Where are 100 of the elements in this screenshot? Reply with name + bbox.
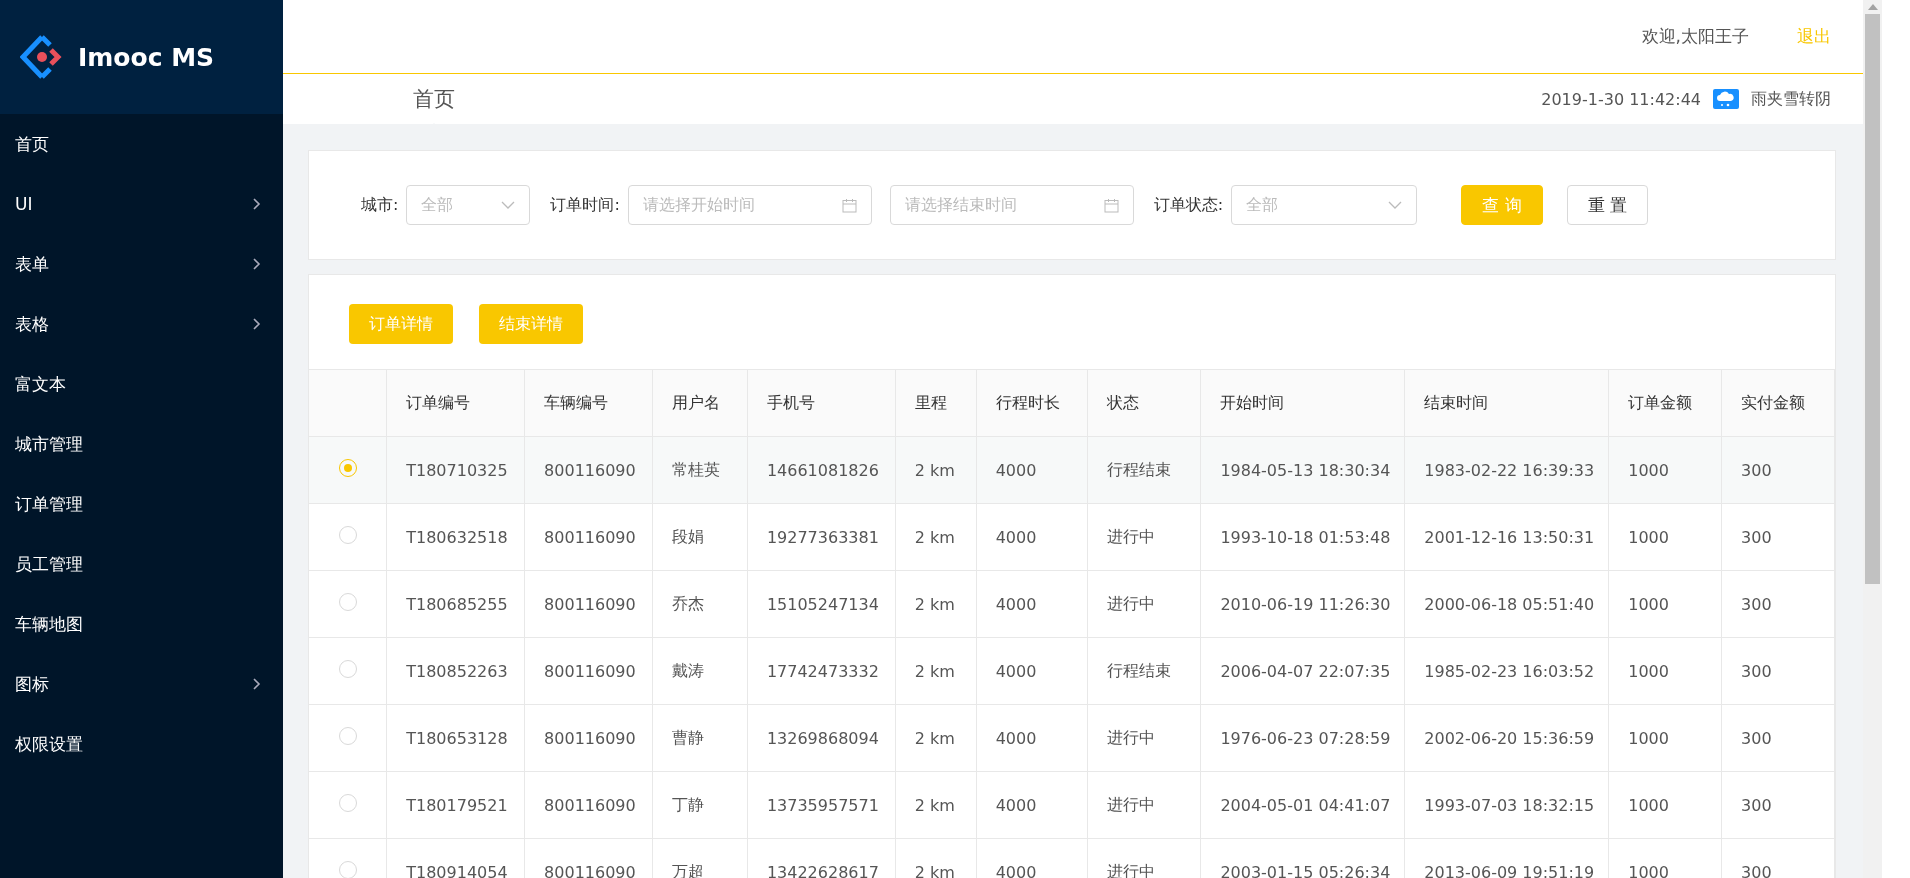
menu-item[interactable]: 车辆地图	[0, 594, 283, 654]
table-cell: 800116090	[524, 503, 653, 571]
table-cell: 1000	[1608, 704, 1722, 772]
table-cell: 800116090	[524, 771, 653, 839]
table-cell: T180852263	[386, 637, 525, 705]
scroll-up-icon[interactable]	[1867, 4, 1878, 10]
table-cell: 2 km	[895, 771, 977, 839]
header-cell: 订单编号	[386, 369, 525, 437]
table-cell: 2010-06-19 11:26:30	[1200, 570, 1405, 638]
table-cell: 进行中	[1087, 570, 1201, 638]
table-cell: 2 km	[895, 503, 977, 571]
table-cell: 4000	[976, 637, 1088, 705]
table-cell: 段娟	[652, 503, 748, 571]
table-cell: 进行中	[1087, 704, 1201, 772]
menu-item[interactable]: UI	[0, 174, 283, 234]
table-cell: 1993-10-18 01:53:48	[1200, 503, 1405, 571]
weather-text: 雨夹雪转阴	[1751, 88, 1831, 110]
chevron-down-icon	[501, 201, 516, 209]
table-cell: 1000	[1608, 771, 1722, 839]
menu-item[interactable]: 表单	[0, 234, 283, 294]
menu-item[interactable]: 首页	[0, 114, 283, 174]
date-time: 2019-1-30 11:42:44	[1541, 89, 1701, 109]
table-cell: 13269868094	[747, 704, 896, 772]
header-cell: 行程时长	[976, 369, 1088, 437]
menu-item[interactable]: 富文本	[0, 354, 283, 414]
table-cell: 800116090	[524, 637, 653, 705]
header-cell: 开始时间	[1200, 369, 1405, 437]
table-cell: 800116090	[524, 704, 653, 772]
table-cell: 300	[1721, 570, 1835, 638]
table-cell: 15105247134	[747, 570, 896, 638]
header-cell: 用户名	[652, 369, 748, 437]
table-cell: T180179521	[386, 771, 525, 839]
field-label: 订单状态:	[1153, 194, 1224, 216]
menu-item[interactable]: 图标	[0, 654, 283, 714]
table-cell: 4000	[976, 436, 1088, 504]
table-cell: 进行中	[1087, 503, 1201, 571]
table-cell: 4000	[976, 771, 1088, 839]
menu-item[interactable]: 城市管理	[0, 414, 283, 474]
table-cell: 1976-06-23 07:28:59	[1200, 704, 1405, 772]
table-cell: 曹静	[652, 704, 748, 772]
menu-item[interactable]: 权限设置	[0, 714, 283, 774]
table-cell: 1000	[1608, 503, 1722, 571]
table-cell: 1983-02-22 16:39:33	[1404, 436, 1609, 504]
table-cell: 进行中	[1087, 771, 1201, 839]
breadcrumb: 首页	[413, 87, 455, 111]
table-cell: 1000	[1608, 570, 1722, 638]
reset-button[interactable]: 重 置	[1566, 185, 1648, 225]
table-cell: 1984-05-13 18:30:34	[1200, 436, 1405, 504]
table-cell: 2 km	[895, 637, 977, 705]
header-cell: 手机号	[747, 369, 896, 437]
table-cell: 行程结束	[1087, 637, 1201, 705]
header-cell: 状态	[1087, 369, 1201, 437]
table-cell: 300	[1721, 704, 1835, 772]
menu-item[interactable]: 员工管理	[0, 534, 283, 594]
weather-icon	[1713, 89, 1739, 109]
chevron-right-icon	[253, 198, 261, 210]
table-cell: 2001-12-16 13:50:31	[1404, 503, 1609, 571]
chevron-right-icon	[253, 678, 261, 690]
logo-text: Imooc MS	[78, 42, 215, 72]
chevron-right-icon	[253, 258, 261, 270]
table-cell: 1000	[1608, 436, 1722, 504]
table-cell: 乔杰	[652, 570, 748, 638]
table-cell: 2002-06-20 15:36:59	[1404, 704, 1609, 772]
table-cell: 2004-05-01 04:41:07	[1200, 771, 1405, 839]
table-cell: 4000	[976, 503, 1088, 571]
table-cell: 2006-04-07 22:07:35	[1200, 637, 1405, 705]
table-cell: T180710325	[386, 436, 525, 504]
field-label: 订单时间:	[550, 194, 620, 216]
table-cell: 14661081826	[747, 436, 896, 504]
table-cell: 行程结束	[1087, 436, 1201, 504]
table-cell: 戴涛	[652, 637, 748, 705]
calendar-icon	[841, 197, 857, 213]
table-cell: 4000	[976, 704, 1088, 772]
table-cell: 800116090	[524, 570, 653, 638]
table-cell: 2 km	[895, 570, 977, 638]
table-cell: T180685255	[386, 570, 525, 638]
table-cell: 1000	[1608, 637, 1722, 705]
header-cell: 订单金额	[1608, 369, 1722, 437]
table-cell: 1985-02-23 16:03:52	[1404, 637, 1609, 705]
logo-icon	[20, 34, 64, 80]
table-cell: 19277363381	[747, 503, 896, 571]
table-cell: 800116090	[524, 436, 653, 504]
table-cell: 2 km	[895, 436, 977, 504]
table-cell: 300	[1721, 771, 1835, 839]
chevron-down-icon	[1388, 201, 1403, 209]
menu-item[interactable]: 订单管理	[0, 474, 283, 534]
scrollbar[interactable]	[1863, 0, 1882, 878]
header-cell: 车辆编号	[524, 369, 653, 437]
table-cell: 常桂英	[652, 436, 748, 504]
scrollbar-thumb[interactable]	[1865, 14, 1880, 584]
table-cell: 丁静	[652, 771, 748, 839]
header-cell: 结束时间	[1404, 369, 1609, 437]
table-cell: 2000-06-18 05:51:40	[1404, 570, 1609, 638]
table-cell: 2 km	[895, 704, 977, 772]
table-cell: 4000	[976, 570, 1088, 638]
table-cell: T180632518	[386, 503, 525, 571]
table-cell: 300	[1721, 503, 1835, 571]
table-cell: T180653128	[386, 704, 525, 772]
welcome-text: 欢迎,太阳王子	[1641, 25, 1749, 48]
menu-item[interactable]: 表格	[0, 294, 283, 354]
